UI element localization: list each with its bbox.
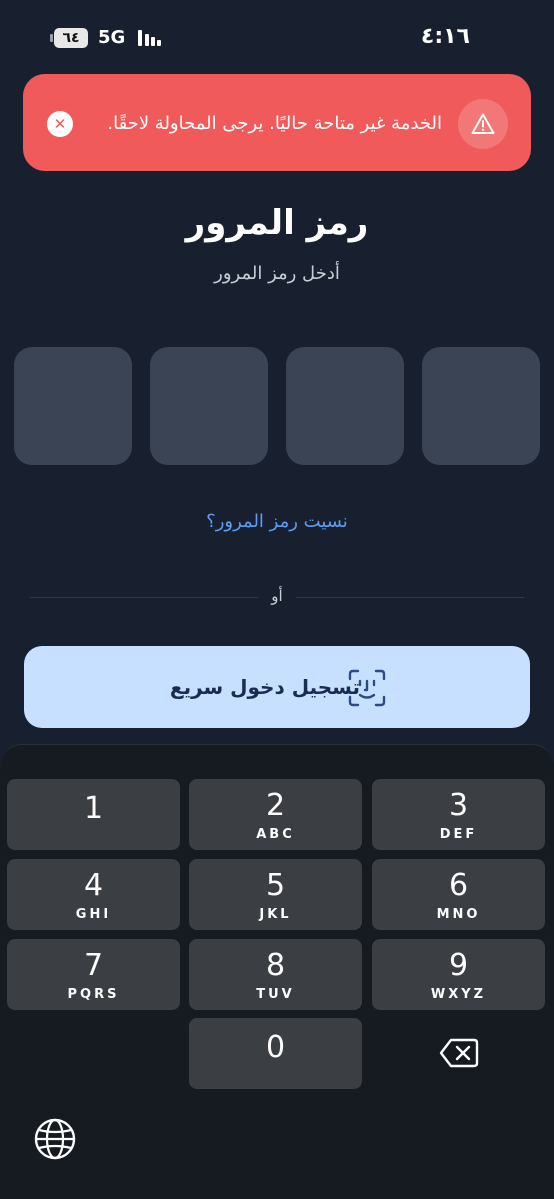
key-digit: 2 xyxy=(265,788,286,823)
key-2[interactable]: 2 ABC xyxy=(189,779,362,850)
battery-level: ٦٤ xyxy=(62,30,80,46)
quick-login-button[interactable]: تسجيل دخول سريع xyxy=(24,646,530,728)
close-x-glyph: ✕ xyxy=(53,115,67,133)
battery-indicator: ٦٤ xyxy=(50,28,88,48)
key-letters: TUV xyxy=(256,987,295,1002)
key-letters: JKL xyxy=(259,907,292,922)
key-0[interactable]: 0 xyxy=(189,1018,362,1089)
or-label: أو xyxy=(271,587,283,605)
clock: ٤:١٦ xyxy=(420,24,470,49)
key-digit: 3 xyxy=(448,788,469,823)
face-id-icon xyxy=(348,669,386,707)
key-letters: PQRS xyxy=(67,987,120,1002)
backspace-icon xyxy=(439,1038,479,1068)
pin-digit-box-4[interactable] xyxy=(14,347,132,465)
key-digit: 1 xyxy=(83,791,104,826)
key-digit: 0 xyxy=(265,1030,286,1065)
status-bar: ٦٤ 5G ٤:١٦ xyxy=(0,0,554,76)
key-6[interactable]: 6 MNO xyxy=(372,859,545,930)
page-title: رمز المرور xyxy=(185,203,369,243)
close-icon[interactable]: ✕ xyxy=(47,111,73,137)
key-1[interactable]: 1 xyxy=(7,779,180,850)
key-9[interactable]: 9 WXYZ xyxy=(372,939,545,1010)
key-5[interactable]: 5 JKL xyxy=(189,859,362,930)
key-letters: MNO xyxy=(436,907,481,922)
error-message: الخدمة غير متاحة حاليًا. يرجى المحاولة ل… xyxy=(107,113,442,134)
key-letters: DEF xyxy=(439,827,478,842)
key-7[interactable]: 7 PQRS xyxy=(7,939,180,1010)
key-digit: 5 xyxy=(265,868,286,903)
key-digit: 4 xyxy=(83,868,104,903)
backspace-button[interactable] xyxy=(372,1018,545,1089)
page-subtitle: أدخل رمز المرور xyxy=(214,263,340,284)
key-3[interactable]: 3 DEF xyxy=(372,779,545,850)
warning-icon xyxy=(458,99,508,149)
battery-tip xyxy=(50,34,53,42)
signal-icon xyxy=(138,30,162,46)
key-digit: 7 xyxy=(83,948,104,983)
key-letters: ABC xyxy=(256,827,295,842)
key-digit: 8 xyxy=(265,948,286,983)
quick-login-label: تسجيل دخول سريع xyxy=(169,675,360,699)
pin-digit-box-2[interactable] xyxy=(286,347,404,465)
network-type: 5G xyxy=(98,27,126,48)
key-8[interactable]: 8 TUV xyxy=(189,939,362,1010)
divider-left xyxy=(30,597,258,598)
key-letters: GHI xyxy=(75,907,112,922)
pin-digit-box-1[interactable] xyxy=(422,347,540,465)
forgot-passcode-link[interactable]: نسيت رمز المرور؟ xyxy=(0,508,554,536)
passcode-screen: ٦٤ 5G ٤:١٦ ✕ الخدمة غير متاحة حاليًا. ير… xyxy=(0,0,554,1199)
key-digit: 9 xyxy=(448,948,469,983)
divider-right xyxy=(296,597,524,598)
globe-icon[interactable] xyxy=(33,1117,77,1161)
key-4[interactable]: 4 GHI xyxy=(7,859,180,930)
key-letters: WXYZ xyxy=(430,987,487,1002)
pin-digit-box-3[interactable] xyxy=(150,347,268,465)
key-digit: 6 xyxy=(448,868,469,903)
